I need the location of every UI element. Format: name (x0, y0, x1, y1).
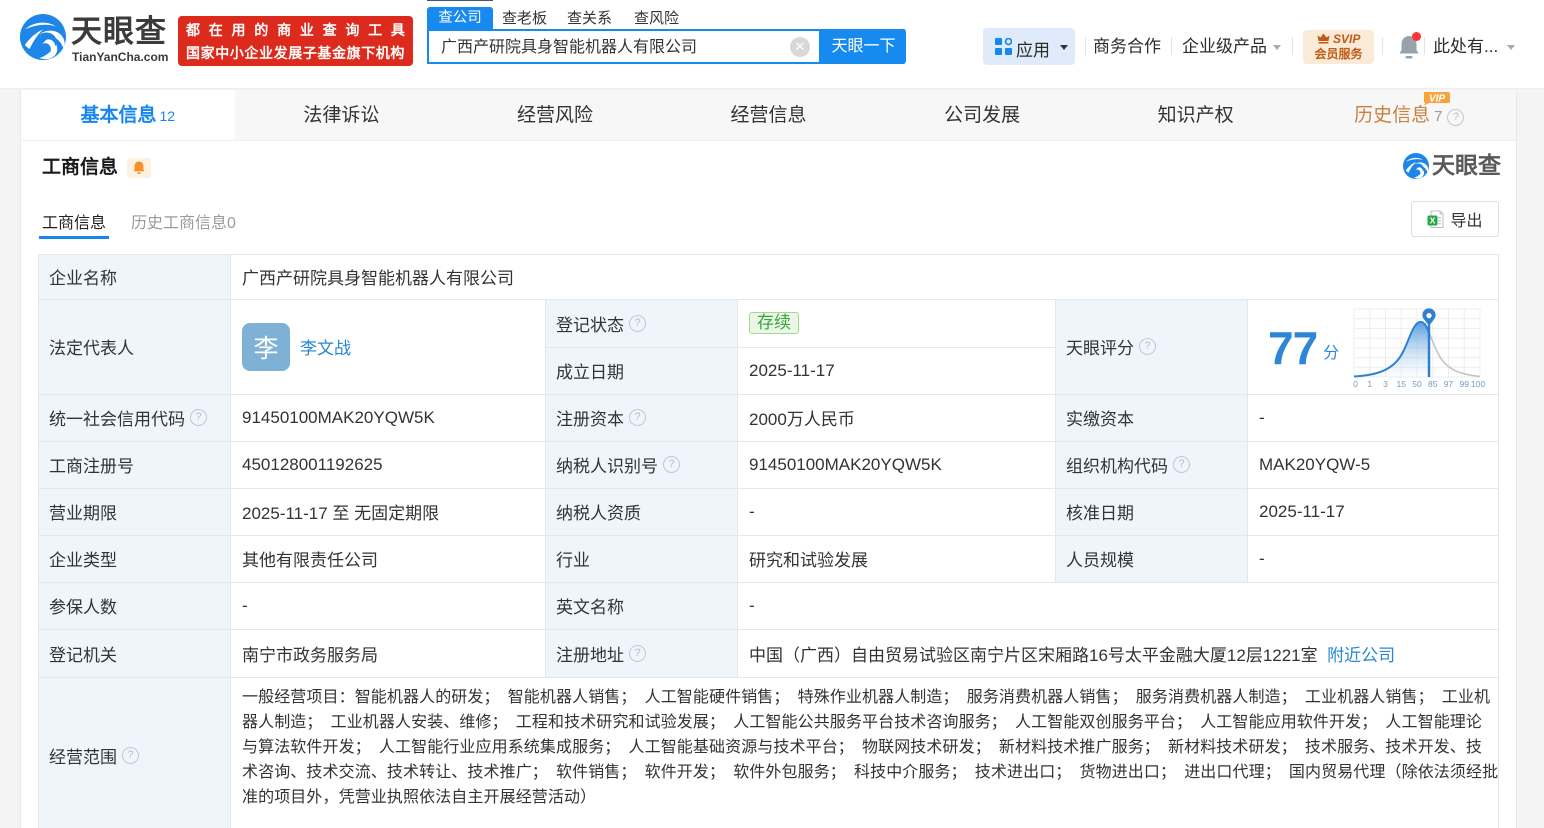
svg-text:X: X (1430, 215, 1436, 225)
svg-text:97: 97 (1444, 379, 1454, 389)
svg-text:1: 1 (1367, 379, 1372, 389)
svg-text:0: 0 (1353, 379, 1358, 389)
svg-text:VIP: VIP (1429, 94, 1445, 105)
svg-text:99: 99 (1460, 379, 1470, 389)
svg-text:100: 100 (1471, 379, 1485, 389)
svg-text:50: 50 (1412, 379, 1422, 389)
svg-text:15: 15 (1397, 379, 1407, 389)
svg-text:85: 85 (1428, 379, 1438, 389)
svg-text:3: 3 (1383, 379, 1388, 389)
